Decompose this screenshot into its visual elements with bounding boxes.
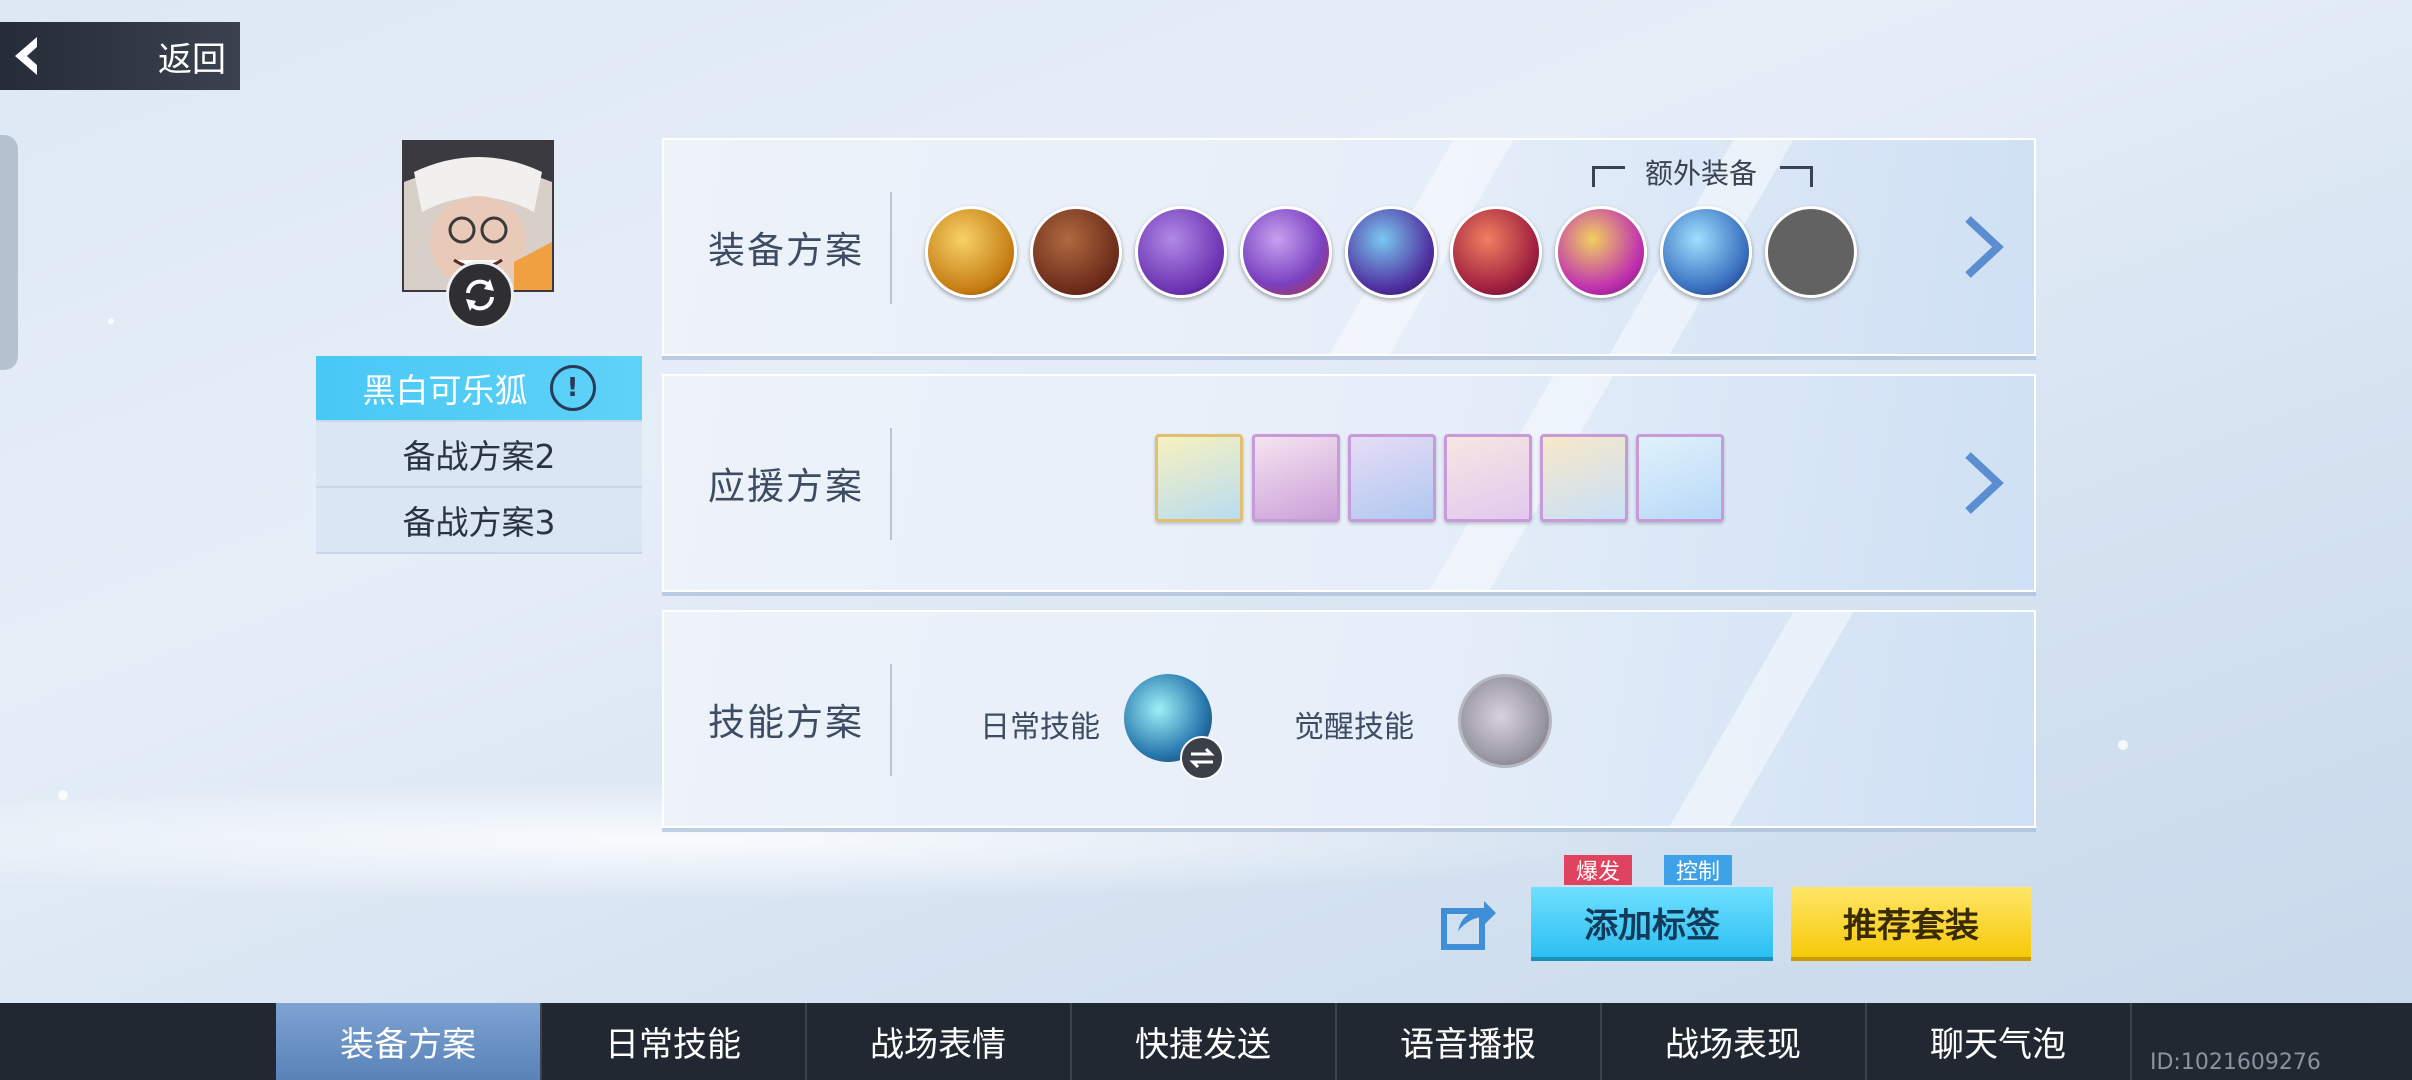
chevron-right-icon[interactable] [1958,215,2008,279]
daily-skill-label: 日常技能 [980,710,1100,745]
empty-slot-icon[interactable] [1765,206,1857,298]
tab-voice-broadcast[interactable]: 语音播报 [1336,1003,1602,1080]
octopus-icon[interactable] [1240,206,1332,298]
tab-equipment[interactable]: 装备方案 [276,1003,542,1080]
skill-panel[interactable]: 技能方案 日常技能 觉醒技能 [662,610,2036,828]
blue-girl-sticker-icon[interactable] [1636,434,1724,522]
divider [890,192,892,304]
chevron-right-icon[interactable] [1958,451,2008,515]
extra-equipment-label: 额外装备 [1644,157,1757,190]
tab-quick-send[interactable]: 快捷发送 [1071,1003,1337,1080]
helmet-icon[interactable] [1555,206,1647,298]
trophy-icon[interactable] [1345,206,1437,298]
plan-item-2[interactable]: 备战方案2 [316,422,642,488]
plan-item-3[interactable]: 备战方案3 [316,488,642,554]
recommend-set-button[interactable]: 推荐套装 [1791,887,2031,957]
plan-item-1[interactable]: 黑白可乐狐 ! [316,356,642,422]
card-icon[interactable] [1660,206,1752,298]
back-button[interactable]: 返回 [0,22,240,90]
add-tag-button[interactable]: 添加标签 [1531,887,1773,957]
golden-pig-icon[interactable] [925,206,1017,298]
bird-knight-sticker-icon[interactable] [1348,434,1436,522]
lantern-icon[interactable] [1450,206,1542,298]
shiba-sticker-icon[interactable] [1540,434,1628,522]
bracket [1780,166,1813,187]
plan-label: 备战方案2 [402,437,556,476]
equipment-title: 装备方案 [708,229,864,272]
user-id: ID:1021609276 [2150,1050,2321,1075]
side-drawer-handle[interactable] [0,135,18,370]
tag-control: 控制 [1664,855,1733,885]
tab-battle-emote[interactable]: 战场表情 [806,1003,1072,1080]
plan-label: 备战方案3 [402,503,556,542]
background-sparkle [2118,740,2128,750]
support-title: 应援方案 [708,465,864,508]
tab-daily-skill[interactable]: 日常技能 [541,1003,807,1080]
devil-icon[interactable] [1135,206,1227,298]
share-icon[interactable] [1440,897,1498,951]
background-sparkle [108,318,114,324]
awaken-skill-icon[interactable] [1458,674,1552,768]
info-icon[interactable]: ! [549,365,596,411]
tab-chat-bubble[interactable]: 聊天气泡 [1866,1003,2132,1080]
equipment-panel[interactable]: 装备方案 额外装备 [662,138,2036,356]
back-arrow-icon [0,22,60,90]
awaken-skill-label: 觉醒技能 [1294,710,1414,745]
divider [890,428,892,540]
tab-battle-display[interactable]: 战场表现 [1601,1003,1867,1080]
swap-icon[interactable] [1180,736,1224,780]
plan-label: 黑白可乐狐 [362,371,528,410]
divider [890,664,892,776]
boot-icon[interactable] [1030,206,1122,298]
back-label: 返回 [158,39,226,80]
skill-title: 技能方案 [708,701,864,744]
background-sparkle [58,790,68,800]
refresh-icon[interactable] [446,261,514,329]
tag-burst: 爆发 [1564,855,1633,885]
support-panel[interactable]: 应援方案 [662,374,2036,592]
duck-sticker-icon[interactable] [1155,434,1243,522]
boy-sticker-icon[interactable] [1444,434,1532,522]
chef-girl-sticker-icon[interactable] [1252,434,1340,522]
